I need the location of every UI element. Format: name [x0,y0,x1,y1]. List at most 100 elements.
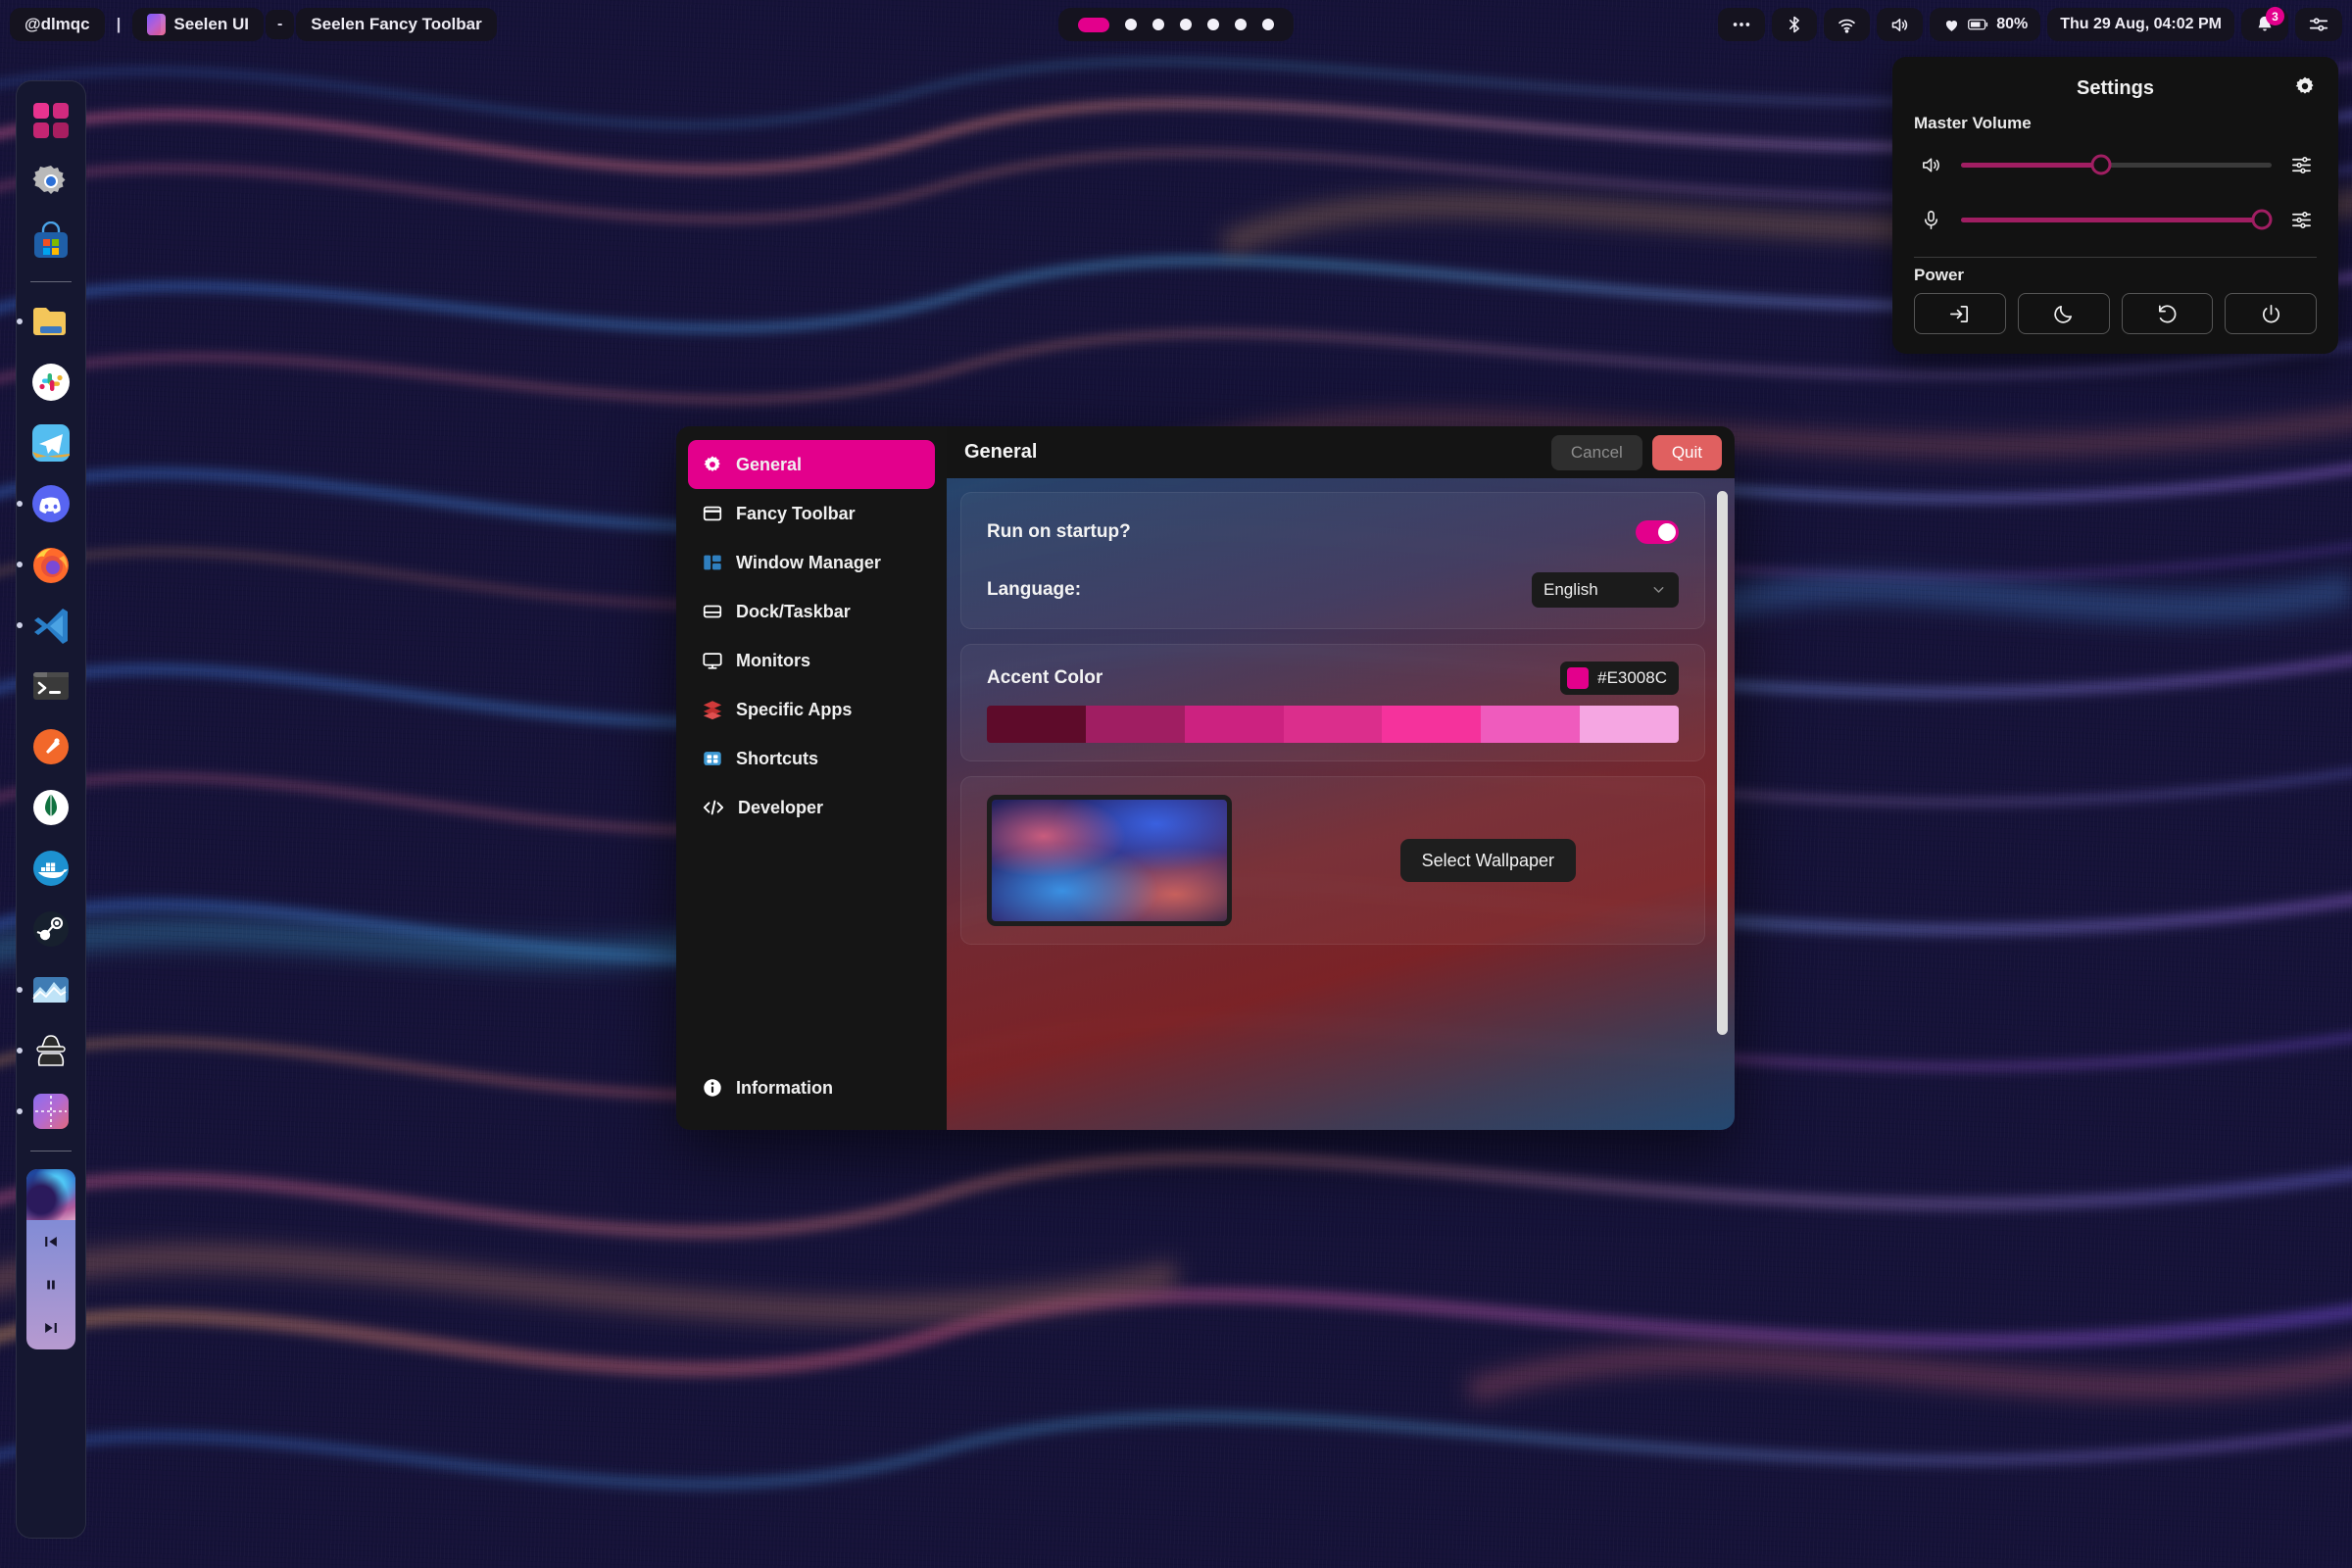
wifi-icon[interactable] [1824,8,1871,41]
sidebar-item-developer[interactable]: Developer [688,783,935,832]
quick-settings-button[interactable] [2295,8,2342,41]
notification-badge: 3 [2266,7,2284,25]
gear-icon[interactable] [2293,74,2317,98]
code-icon [703,800,724,815]
speaker-slider-row [1914,137,2317,192]
sidebar-item-fancy-toolbar[interactable]: Fancy Toolbar [688,489,935,538]
sleep-button[interactable] [2017,293,2110,334]
language-select[interactable]: English [1532,571,1679,608]
quit-button[interactable]: Quit [1651,434,1722,470]
restart-button[interactable] [2121,293,2214,334]
docker-icon[interactable] [27,845,74,892]
accent-swatch-7[interactable] [1580,706,1679,743]
discord-icon[interactable] [17,480,74,527]
sidebar-item-monitors[interactable]: Monitors [688,636,935,685]
window-manager-icon [704,555,721,570]
accent-swatch-2[interactable] [1085,706,1185,743]
incognito-icon[interactable] [17,1027,74,1074]
gear-icon [704,456,720,471]
sidebar-item-shortcuts[interactable]: Shortcuts [688,734,935,783]
accent-swatch-strip[interactable] [987,706,1679,743]
speaker-slider[interactable] [1961,154,2272,175]
vscode-icon[interactable] [17,602,74,649]
sidebar-item-window-manager[interactable]: Window Manager [688,538,935,587]
steam-icon[interactable] [27,906,74,953]
equalizer-icon[interactable] [2285,154,2317,176]
shutdown-button[interactable] [2225,293,2317,334]
seelen-dock [16,80,86,1539]
workspace-dot-2[interactable] [1125,19,1137,30]
clock[interactable]: Thu 29 Aug, 04:02 PM [2047,8,2234,41]
microphone-slider[interactable] [1961,209,2273,230]
page-title: General [964,441,1038,463]
speaker-icon[interactable] [1914,154,1947,176]
pause-icon[interactable] [26,1263,75,1306]
file-explorer-icon[interactable] [17,298,74,345]
microphone-icon[interactable] [1914,209,1947,231]
equalizer-icon[interactable] [2285,209,2317,231]
overflow-icon[interactable] [1718,8,1766,41]
microsoft-store-icon[interactable] [27,219,74,266]
volume-icon[interactable] [1877,8,1924,41]
user-pill[interactable]: @dlmqc [10,8,105,41]
general-options-card: Run on startup? Language: English [960,492,1705,629]
accent-swatch-5[interactable] [1382,706,1482,743]
app-name-label: Seelen UI [173,15,249,33]
workspace-dot-1[interactable] [1078,17,1109,32]
start-menu-icon[interactable] [27,97,74,144]
running-indicator [17,562,23,567]
dock-icon [703,605,722,618]
app-name-pill[interactable]: Seelen UI [132,8,264,41]
previous-track-icon[interactable] [26,1220,75,1263]
workspace-dot-4[interactable] [1180,19,1192,30]
accent-swatch-3[interactable] [1184,706,1284,743]
sidebar-item-information[interactable]: Information [688,1063,935,1112]
window-title-pill[interactable]: Seelen Fancy Toolbar [296,8,497,41]
run-on-startup-toggle[interactable] [1636,519,1679,544]
mongodb-icon[interactable] [27,784,74,831]
content-scrollbar[interactable] [1717,491,1728,1035]
accent-swatch-4[interactable] [1283,706,1383,743]
sidebar-item-dock-taskbar[interactable]: Dock/Taskbar [688,587,935,636]
postman-icon[interactable] [27,723,74,770]
sidebar-item-label: Information [736,1077,833,1098]
sidebar-item-specific-apps[interactable]: Specific Apps [688,685,935,734]
workspace-dot-6[interactable] [1235,19,1247,30]
workspace-dot-5[interactable] [1207,19,1219,30]
terminal-icon[interactable] [27,662,74,710]
flyout-header: Settings [1914,71,2317,106]
restart-icon [2158,304,2177,322]
accent-color-picker[interactable]: #E3008C [1560,662,1679,695]
wallpaper-preview[interactable] [987,795,1232,926]
heart-icon [1946,20,1958,31]
power-label: Power [1914,266,1965,284]
next-track-icon[interactable] [26,1306,75,1349]
toolbar-right-group: 80% Thu 29 Aug, 04:02 PM 3 [1718,7,2342,41]
battery-percent: 80% [1996,16,2029,32]
bluetooth-icon[interactable] [1772,8,1818,41]
running-indicator [17,501,23,507]
firefox-icon[interactable] [17,541,74,588]
monitor-icon [703,653,722,669]
workspace-dot-7[interactable] [1262,19,1274,30]
power-icon [2262,304,2279,322]
battery-pill[interactable]: 80% [1930,8,2041,41]
accent-swatch-1[interactable] [987,706,1086,743]
accent-swatch-6[interactable] [1481,706,1581,743]
album-art [26,1169,75,1220]
workspace-dot-3[interactable] [1152,19,1164,30]
sidebar-item-label: Developer [738,797,824,817]
title-dash: - [265,10,295,39]
seelen-icon[interactable] [17,1088,74,1135]
slack-icon[interactable] [27,359,74,406]
sidebar-item-general[interactable]: General [688,440,935,489]
grafana-icon[interactable] [17,966,74,1013]
settings-gear-icon[interactable] [27,158,74,205]
workspace-indicator[interactable] [1058,8,1294,41]
telegram-icon[interactable] [27,419,74,466]
sign-out-button[interactable] [1914,293,2006,334]
notifications-button[interactable]: 3 [2241,7,2288,41]
cancel-button[interactable]: Cancel [1550,434,1642,470]
select-wallpaper-button[interactable]: Select Wallpaper [1399,839,1576,882]
media-player [26,1169,75,1349]
